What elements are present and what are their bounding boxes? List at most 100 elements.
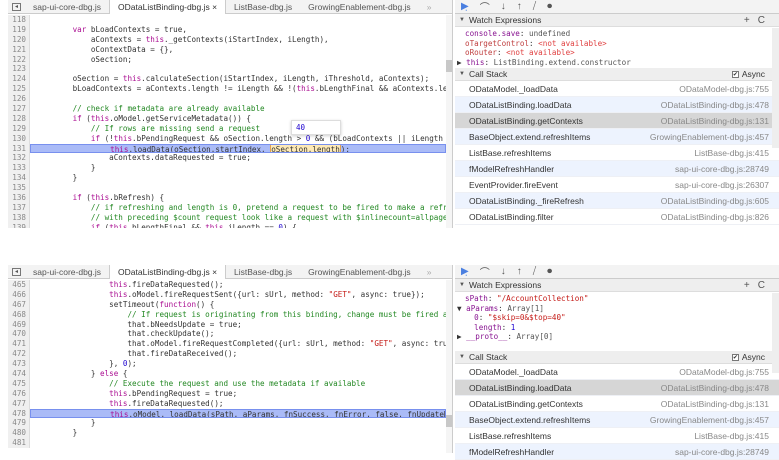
call-frame[interactable]: ODataModel._loadData ODataModel-dbg.js:75… — [455, 364, 779, 380]
line-number[interactable]: 475 — [8, 378, 30, 389]
sidebar-scrollbar[interactable] — [772, 28, 779, 148]
line-number[interactable]: 118 — [8, 15, 30, 25]
line-number[interactable]: 137 — [8, 202, 30, 213]
watch-expressions-header[interactable]: ▼ Watch Expressions + C — [455, 279, 779, 292]
line-number[interactable]: 130 — [8, 133, 30, 144]
call-frame[interactable]: BaseObject.extend.refreshItems GrowingEna… — [455, 129, 779, 145]
more-tabs-button[interactable]: » — [419, 0, 440, 14]
frame-location[interactable]: ODataListBinding-dbg.js:478 — [661, 100, 769, 110]
line-number[interactable]: 138 — [8, 212, 30, 223]
add-watch-icon[interactable]: + — [744, 15, 750, 26]
frame-location[interactable]: ODataListBinding-dbg.js:131 — [661, 116, 769, 126]
line-number[interactable]: 124 — [8, 74, 30, 85]
deactivate-breakpoints-icon[interactable]: ⧸ — [533, 266, 536, 277]
line-number[interactable]: 121 — [8, 44, 30, 55]
call-frame[interactable]: EventProvider.fireEvent sap-ui-core-dbg.j… — [455, 177, 779, 193]
call-frame[interactable]: ODataListBinding.getContexts ODataListBin… — [455, 113, 779, 129]
call-frame[interactable]: fModelRefreshHandler sap-ui-core-dbg.js:2… — [455, 161, 779, 177]
watch-expressions-header[interactable]: ▼ Watch Expressions + C — [455, 14, 779, 27]
resume-icon[interactable]: ▶̣ — [461, 266, 469, 277]
line-number[interactable]: 480 — [8, 428, 30, 439]
line-number[interactable]: 478 — [8, 408, 30, 419]
add-watch-icon[interactable]: + — [744, 280, 750, 291]
async-checkbox[interactable]: ✔ Async — [731, 352, 765, 362]
step-over-icon[interactable]: ⌒ — [480, 264, 490, 279]
close-tab-icon[interactable]: × — [210, 2, 217, 12]
frame-location[interactable]: GrowingEnablement-dbg.js:457 — [650, 415, 769, 425]
frame-location[interactable]: ODataListBinding-dbg.js:478 — [661, 383, 769, 393]
line-number[interactable]: 119 — [8, 24, 30, 35]
pause-on-exceptions-icon[interactable]: ⏺ — [547, 266, 552, 277]
deactivate-breakpoints-icon[interactable]: ⧸ — [533, 1, 536, 12]
watch-item[interactable]: ▶ this: ListBinding.extend.constructor — [457, 58, 779, 68]
frame-location[interactable]: ODataModel-dbg.js:755 — [679, 367, 769, 377]
line-number[interactable]: 477 — [8, 398, 30, 409]
call-frame[interactable]: ListBase.refreshItems ListBase-dbg.js:415 — [455, 428, 779, 444]
line-number[interactable]: 122 — [8, 54, 30, 65]
step-out-icon[interactable]: ↑ — [517, 1, 522, 12]
close-tab-icon[interactable]: × — [210, 267, 217, 277]
frame-location[interactable]: ODataListBinding-dbg.js:605 — [661, 196, 769, 206]
pause-on-exceptions-icon[interactable]: ⏺ — [547, 1, 552, 12]
call-frame[interactable]: BaseObject.extend.refreshItems GrowingEna… — [455, 412, 779, 428]
step-out-icon[interactable]: ↑ — [517, 266, 522, 277]
expand-triangle-icon[interactable]: ▶ — [457, 58, 466, 67]
call-frame[interactable]: ODataListBinding.loadData ODataListBindin… — [455, 380, 779, 396]
tab-odatalistbinding-dbg-js[interactable]: ODataListBinding-dbg.js × — [109, 0, 227, 14]
line-number[interactable]: 467 — [8, 299, 30, 310]
call-stack-header[interactable]: ▼ Call Stack ✔ Async — [455, 351, 779, 364]
tab-listbase-dbg-js[interactable]: ListBase-dbg.js — [226, 0, 300, 14]
line-number[interactable]: 131 — [8, 143, 30, 154]
expand-triangle-icon[interactable]: ▼ — [457, 304, 466, 313]
sidebar-scrollbar[interactable] — [772, 293, 779, 373]
line-number[interactable]: 472 — [8, 349, 30, 360]
editor-scrollbar[interactable] — [446, 280, 452, 453]
call-frame[interactable]: ODataListBinding.loadData ODataListBindin… — [455, 97, 779, 113]
scrollbar-thumb[interactable] — [446, 60, 452, 72]
editor-scrollbar[interactable] — [446, 15, 452, 228]
line-number[interactable]: 125 — [8, 84, 30, 95]
line-number[interactable]: 469 — [8, 319, 30, 330]
line-number[interactable]: 136 — [8, 193, 30, 203]
line-number[interactable]: 126 — [8, 94, 30, 105]
frame-location[interactable]: sap-ui-core-dbg.js:26307 — [675, 180, 769, 190]
call-frame[interactable]: ListBase.refreshItems ListBase-dbg.js:415 — [455, 145, 779, 161]
frame-location[interactable]: ODataListBinding-dbg.js:131 — [661, 399, 769, 409]
tab-growingenablement-dbg-js[interactable]: GrowingEnablement-dbg.js — [300, 0, 419, 14]
step-into-icon[interactable]: ↓ — [501, 1, 506, 12]
frame-location[interactable]: sap-ui-core-dbg.js:28749 — [675, 447, 769, 457]
resume-icon[interactable]: ▶̣ — [461, 1, 469, 12]
tab-sap-ui-core-dbg-js[interactable]: sap-ui-core-dbg.js — [25, 265, 109, 279]
watch-item[interactable]: length: 1 — [465, 323, 779, 333]
expand-triangle-icon[interactable]: ▶ — [457, 332, 466, 341]
line-number[interactable]: 476 — [8, 388, 30, 399]
toggle-navigator-icon[interactable]: ◂ — [12, 267, 21, 276]
line-number[interactable]: 127 — [8, 104, 30, 114]
line-number[interactable]: 470 — [8, 329, 30, 340]
watch-item[interactable]: sPath: "/AccountCollection" — [465, 294, 779, 304]
refresh-watch-icon[interactable]: C — [758, 15, 765, 26]
line-number[interactable]: 129 — [8, 123, 30, 134]
tab-listbase-dbg-js[interactable]: ListBase-dbg.js — [226, 265, 300, 279]
watch-item[interactable]: 0: "$skip=0&$top=40" — [465, 313, 779, 323]
frame-location[interactable]: ListBase-dbg.js:415 — [694, 431, 769, 441]
frame-location[interactable]: ODataListBinding-dbg.js:826 — [661, 212, 769, 222]
refresh-watch-icon[interactable]: C — [758, 280, 765, 291]
call-frame[interactable]: ODataModel._loadData ODataModel-dbg.js:75… — [455, 81, 779, 97]
tab-growingenablement-dbg-js[interactable]: GrowingEnablement-dbg.js — [300, 265, 419, 279]
line-number[interactable]: 479 — [8, 418, 30, 429]
watch-item[interactable]: console.save: undefined — [465, 29, 779, 39]
more-tabs-button[interactable]: » — [419, 265, 440, 279]
watch-item[interactable]: oRouter: <not available> — [465, 48, 779, 58]
tab-sap-ui-core-dbg-js[interactable]: sap-ui-core-dbg.js — [25, 0, 109, 14]
call-frame[interactable]: ODataListBinding.filter ODataListBinding-… — [455, 209, 779, 225]
line-number[interactable]: 134 — [8, 173, 30, 184]
line-number[interactable]: 120 — [8, 34, 30, 45]
step-over-icon[interactable]: ⌒ — [480, 0, 490, 14]
watch-item[interactable]: oTargetControl: <not available> — [465, 39, 779, 49]
line-number[interactable]: 474 — [8, 369, 30, 379]
async-checkbox[interactable]: ✔ Async — [731, 69, 765, 79]
watch-item[interactable]: ▶ __proto__: Array[0] — [457, 332, 779, 342]
line-number[interactable]: 468 — [8, 309, 30, 320]
line-number[interactable]: 466 — [8, 289, 30, 300]
